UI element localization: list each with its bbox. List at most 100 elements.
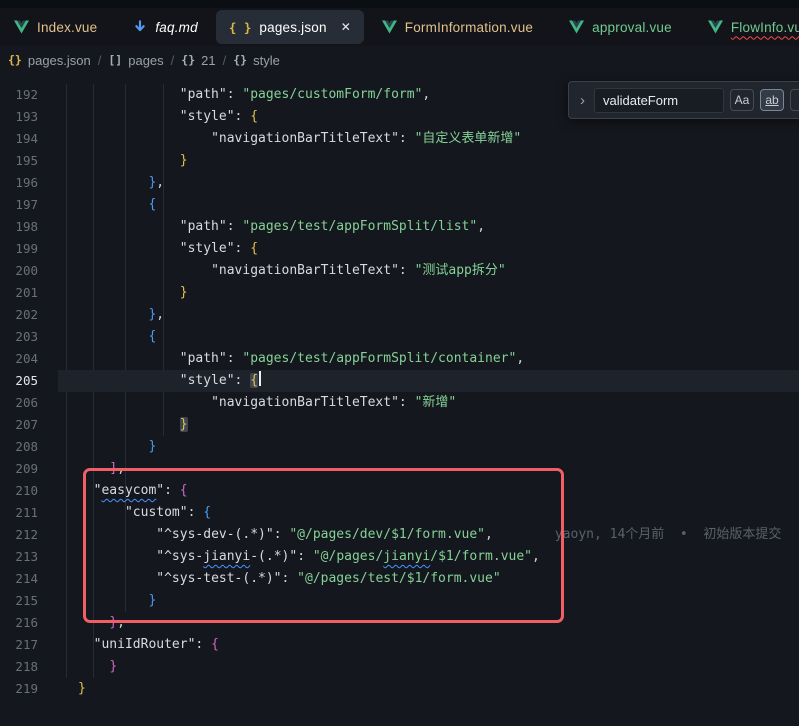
code-token: {	[180, 483, 188, 498]
code-token: :	[195, 637, 211, 652]
code-line[interactable]: 198 "path": "pages/test/appFormSplit/lis…	[0, 216, 799, 238]
regex-button[interactable]: .*	[790, 89, 799, 111]
code-token: :	[274, 527, 290, 542]
code-line[interactable]: 203 {	[0, 326, 799, 348]
code-line[interactable]: 215 }	[0, 590, 799, 612]
tab-faq-md[interactable]: faq.md	[115, 8, 215, 46]
line-number: 210	[0, 480, 58, 502]
code-line[interactable]: 205 "style": {	[0, 370, 799, 392]
close-icon[interactable]: ✕	[341, 20, 351, 34]
tab-index-vue[interactable]: Index.vue	[0, 8, 115, 46]
code-token: "style"	[180, 373, 235, 388]
code-line[interactable]: 211 "custom": {	[0, 502, 799, 524]
code-line[interactable]: 210 "easycom": {	[0, 480, 799, 502]
breadcrumb-item-file[interactable]: {} pages.json	[8, 53, 91, 68]
breadcrumb-label: pages	[128, 53, 163, 68]
code-token: ,	[156, 307, 164, 322]
code-token: ,	[117, 615, 125, 630]
tab-label: FlowInfo.vu	[731, 20, 799, 35]
code-line[interactable]: 199 "style": {	[0, 238, 799, 260]
find-input[interactable]	[594, 88, 724, 113]
breadcrumb-label: pages.json	[28, 53, 91, 68]
tab-approval-vue[interactable]: approval.vue	[551, 8, 690, 46]
code-token: }	[148, 593, 156, 608]
code-token: "测试app拆分"	[415, 263, 506, 278]
line-number: 194	[0, 128, 58, 150]
code-text: "navigationBarTitleText": "自定义表单新增"	[58, 128, 799, 150]
code-line[interactable]: 194 "navigationBarTitleText": "自定义表单新增"	[0, 128, 799, 150]
code-token: /$1/form.vue"	[430, 549, 532, 564]
object-icon: {}	[181, 53, 195, 67]
line-number: 193	[0, 106, 58, 128]
code-token: }	[180, 153, 188, 168]
code-token: :	[235, 109, 251, 124]
code-line[interactable]: 207 }	[0, 414, 799, 436]
breadcrumb-item-pages[interactable]: [] pages	[108, 53, 163, 68]
tab-label: approval.vue	[592, 20, 672, 35]
code-line[interactable]: 206 "navigationBarTitleText": "新增"	[0, 392, 799, 414]
breadcrumb: {} pages.json / [] pages / {} 21 / {} st…	[0, 46, 799, 74]
tab-forminformation-vue[interactable]: FormInformation.vue	[364, 8, 551, 46]
line-number: 208	[0, 436, 58, 458]
code-token: "path"	[180, 219, 227, 234]
code-token: :	[235, 373, 251, 388]
match-case-label: Aa	[735, 93, 750, 107]
array-icon: []	[108, 53, 122, 67]
tab-flowinfo-vue[interactable]: FlowInfo.vu	[690, 8, 799, 46]
breadcrumb-item-style[interactable]: {} style	[233, 53, 280, 68]
code-token: "pages/test/appFormSplit/container"	[242, 351, 516, 366]
code-token: {	[250, 373, 258, 388]
code-token: "pages/customForm/form"	[242, 87, 422, 102]
code-token: ,	[532, 549, 540, 564]
code-text: "path": "pages/test/appFormSplit/list",	[58, 216, 799, 238]
code-line[interactable]: 219}	[0, 678, 799, 700]
code-text: }	[58, 436, 799, 458]
code-line[interactable]: 197 {	[0, 194, 799, 216]
code-line[interactable]: 200 "navigationBarTitleText": "测试app拆分"	[0, 260, 799, 282]
code-line[interactable]: 214 "^sys-test-(.*)": "@/pages/test/$1/f…	[0, 568, 799, 590]
code-text: ],	[58, 458, 799, 480]
match-case-button[interactable]: Aa	[730, 89, 754, 111]
code-line[interactable]: 201 }	[0, 282, 799, 304]
code-line[interactable]: 216 },	[0, 612, 799, 634]
code-text: "custom": {	[58, 502, 799, 524]
code-text: },	[58, 304, 799, 326]
code-token: :	[227, 351, 243, 366]
code-token: "新增"	[415, 395, 457, 410]
line-number: 199	[0, 238, 58, 260]
line-number: 218	[0, 656, 58, 678]
code-text: }	[58, 678, 799, 700]
code-token: {	[148, 197, 156, 212]
code-line[interactable]: 208 }	[0, 436, 799, 458]
code-line[interactable]: 195 }	[0, 150, 799, 172]
code-line[interactable]: 204 "path": "pages/test/appFormSplit/con…	[0, 348, 799, 370]
code-line[interactable]: 212 "^sys-dev-(.*)": "@/pages/dev/$1/for…	[0, 524, 799, 546]
code-token: "^sys-dev-(.*)"	[156, 527, 273, 542]
code-text: }	[58, 656, 799, 678]
titlebar-strip	[0, 0, 799, 8]
code-token: ,	[422, 87, 430, 102]
code-lines: 192 "path": "pages/customForm/form",193 …	[0, 84, 799, 700]
vue-icon	[708, 20, 723, 34]
line-number: 200	[0, 260, 58, 282]
line-number: 195	[0, 150, 58, 172]
code-line[interactable]: 213 "^sys-jianyi-(.*)": "@/pages/jianyi/…	[0, 546, 799, 568]
code-text: "navigationBarTitleText": "新增"	[58, 392, 799, 414]
find-expand-chevron-icon[interactable]: ›	[577, 92, 588, 109]
line-number: 219	[0, 678, 58, 700]
code-line[interactable]: 218 }	[0, 656, 799, 678]
tab-pages-json[interactable]: { } pages.json ✕	[216, 10, 364, 44]
code-token: "navigationBarTitleText"	[211, 263, 399, 278]
code-text: {	[58, 326, 799, 348]
code-line[interactable]: 217 "uniIdRouter": {	[0, 634, 799, 656]
find-widget: › Aa ab .*	[568, 81, 799, 119]
line-number: 216	[0, 612, 58, 634]
code-line[interactable]: 209 ],	[0, 458, 799, 480]
line-number: 209	[0, 458, 58, 480]
code-text: "style": {	[58, 238, 799, 260]
code-token: "path"	[180, 351, 227, 366]
code-line[interactable]: 196 },	[0, 172, 799, 194]
breadcrumb-item-21[interactable]: {} 21	[181, 53, 215, 68]
whole-word-button[interactable]: ab	[760, 89, 784, 111]
code-line[interactable]: 202 },	[0, 304, 799, 326]
